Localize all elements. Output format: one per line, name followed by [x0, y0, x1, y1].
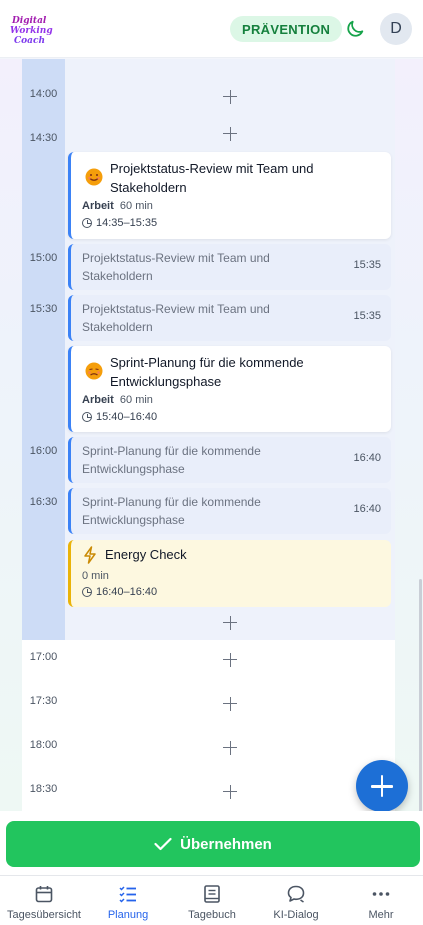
event-continuation[interactable]: Sprint-Planung für die kommende Entwickl… — [68, 437, 391, 483]
continuation-title: Projektstatus-Review mit Team und Stakeh… — [82, 302, 270, 334]
happy-emoji-icon — [85, 168, 103, 186]
add-slot-plus-icon[interactable] — [221, 695, 239, 713]
svg-text:Working: Working — [10, 26, 53, 36]
nav-item-tagebuch[interactable]: Tagebuch — [170, 876, 254, 925]
selected-time-column — [22, 59, 65, 640]
event-duration: 60 min — [119, 200, 153, 212]
continuation-end-time: 16:40 — [353, 503, 381, 515]
time-label: 16:30 — [29, 496, 58, 508]
continuation-end-time: 15:35 — [353, 259, 381, 271]
time-label: 16:00 — [29, 445, 58, 457]
svg-text:Digital: Digital — [11, 16, 47, 26]
event-time-row: 14:35–15:35 — [82, 217, 157, 229]
prevention-badge[interactable]: PRÄVENTION — [230, 16, 343, 42]
nav-item-ki-dialog[interactable]: KI-Dialog — [254, 876, 338, 925]
add-slot-plus-icon[interactable] — [221, 614, 239, 632]
nav-label: Mehr — [368, 909, 394, 921]
energy-check-title: Energy Check — [105, 547, 187, 562]
add-slot-plus-icon[interactable] — [221, 739, 239, 757]
time-label: 18:00 — [29, 739, 58, 751]
add-slot-plus-icon[interactable] — [221, 88, 239, 106]
event-continuation[interactable]: Projektstatus-Review mit Team und Stakeh… — [68, 295, 391, 341]
nav-label: Tagebuch — [188, 909, 236, 921]
book-icon — [204, 885, 220, 903]
scrollbar[interactable] — [419, 579, 422, 811]
event-time: 14:35–15:35 — [96, 217, 158, 229]
bottom-navigation: Tagesübersicht Planung Tagebuch KI-Dialo… — [0, 875, 423, 925]
event-time-row: 15:40–16:40 — [82, 411, 157, 423]
event-card[interactable]: Projektstatus-Review mit Team und Stakeh… — [68, 152, 391, 239]
more-icon — [372, 892, 390, 896]
time-label: 17:30 — [29, 695, 58, 707]
event-meta: Arbeit 60 min — [82, 394, 153, 406]
checkmark-icon — [154, 837, 172, 851]
user-avatar[interactable]: D — [380, 13, 412, 45]
nav-label: Tagesübersicht — [7, 909, 81, 921]
calendar-icon — [35, 886, 53, 903]
app-logo[interactable]: Digital Working Coach — [10, 13, 54, 45]
time-label: 15:30 — [29, 303, 58, 315]
continuation-end-time: 15:35 — [353, 310, 381, 322]
nav-item-tagesuebersicht[interactable]: Tagesübersicht — [2, 876, 86, 925]
continuation-title: Sprint-Planung für die kommende Entwickl… — [82, 495, 261, 527]
time-label: 14:30 — [29, 132, 58, 144]
planning-timeline[interactable]: 14:00 14:30 15:00 15:30 16:00 16:30 17:0… — [0, 59, 423, 811]
clock-icon — [82, 587, 92, 597]
event-title: Projektstatus-Review mit Team und Stakeh… — [110, 161, 314, 195]
sad-emoji-icon — [85, 362, 103, 380]
event-category: Arbeit — [82, 200, 114, 212]
event-card[interactable]: Sprint-Planung für die kommende Entwickl… — [68, 346, 391, 432]
time-label: 14:00 — [29, 88, 58, 100]
event-duration: 60 min — [119, 394, 153, 406]
add-slot-plus-icon[interactable] — [221, 651, 239, 669]
app-header: Digital Working Coach PRÄVENTION D — [0, 0, 423, 58]
event-continuation[interactable]: Projektstatus-Review mit Team und Stakeh… — [68, 244, 391, 290]
lightning-icon — [84, 546, 96, 564]
svg-text:Coach: Coach — [14, 36, 45, 45]
moon-icon[interactable] — [344, 18, 366, 40]
continuation-end-time: 16:40 — [353, 452, 381, 464]
event-title: Sprint-Planung für die kommende Entwickl… — [110, 355, 304, 389]
energy-check-duration: 0 min — [82, 570, 109, 582]
apply-bar: Übernehmen — [0, 811, 423, 875]
nav-item-mehr[interactable]: Mehr — [339, 876, 423, 925]
event-category: Arbeit — [82, 394, 114, 406]
nav-label: KI-Dialog — [273, 909, 319, 921]
nav-item-planung[interactable]: Planung — [86, 876, 170, 925]
energy-check-time: 16:40–16:40 — [96, 586, 158, 598]
clock-icon — [82, 412, 92, 422]
time-label: 15:00 — [29, 252, 58, 264]
continuation-title: Projektstatus-Review mit Team und Stakeh… — [82, 251, 270, 283]
event-continuation[interactable]: Sprint-Planung für die kommende Entwickl… — [68, 488, 391, 534]
energy-check-card[interactable]: Energy Check 0 min 16:40–16:40 — [68, 540, 391, 607]
apply-button[interactable]: Übernehmen — [6, 821, 420, 867]
apply-label: Übernehmen — [180, 835, 272, 853]
continuation-title: Sprint-Planung für die kommende Entwickl… — [82, 444, 261, 476]
energy-check-time-row: 16:40–16:40 — [82, 586, 157, 598]
list-check-icon — [119, 886, 136, 903]
time-label: 18:30 — [29, 783, 58, 795]
event-meta: Arbeit 60 min — [82, 200, 153, 212]
add-slot-plus-icon[interactable] — [221, 783, 239, 801]
add-event-button[interactable] — [356, 760, 408, 812]
clock-icon — [82, 218, 92, 228]
add-slot-plus-icon[interactable] — [221, 125, 239, 143]
time-label: 17:00 — [29, 651, 58, 663]
chat-icon — [287, 885, 305, 903]
event-time: 15:40–16:40 — [96, 411, 158, 423]
nav-label: Planung — [107, 909, 149, 921]
